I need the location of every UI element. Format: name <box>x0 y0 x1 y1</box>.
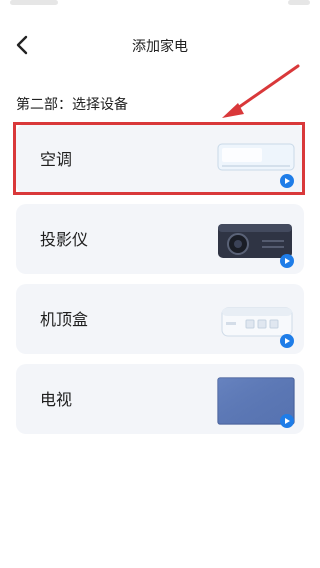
device-label: 电视 <box>40 390 73 409</box>
device-label: 机顶盒 <box>40 310 89 329</box>
device-card-air-conditioner[interactable]: 空调 <box>16 124 304 194</box>
page-title: 添加家电 <box>132 39 188 55</box>
status-bar-time-blurred <box>10 0 58 5</box>
device-label: 投影仪 <box>40 230 89 249</box>
status-bar <box>0 0 320 10</box>
play-icon[interactable] <box>280 334 294 348</box>
play-icon[interactable] <box>280 174 294 188</box>
play-icon[interactable] <box>280 414 294 428</box>
device-label: 空调 <box>40 150 73 169</box>
device-card-tv[interactable]: 电视 <box>16 364 304 434</box>
device-card-projector[interactable]: 投影仪 <box>16 204 304 274</box>
header: 添加家电 <box>0 28 320 64</box>
status-bar-battery-blurred <box>288 0 310 5</box>
play-icon[interactable] <box>280 254 294 268</box>
step-label: 第二部：选择设备 <box>16 97 128 113</box>
device-card-set-top-box[interactable]: 机顶盒 <box>16 284 304 354</box>
